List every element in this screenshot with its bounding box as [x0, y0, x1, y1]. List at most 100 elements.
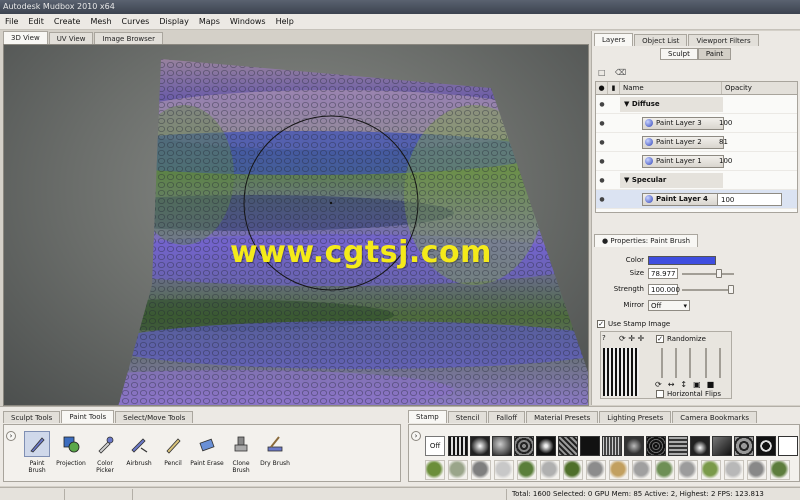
layer-row[interactable]: ● Paint Layer 3 100	[596, 114, 797, 133]
stamp-thumbnail[interactable]	[632, 460, 652, 480]
opacity-column-header[interactable]: Opacity	[722, 82, 797, 94]
eye-icon[interactable]: ●	[596, 177, 608, 184]
menu-mesh[interactable]: Mesh	[85, 14, 116, 30]
menu-edit[interactable]: Edit	[23, 14, 49, 30]
layer-name-chip[interactable]: Paint Layer 2	[642, 135, 724, 149]
tab-3d-view[interactable]: 3D View	[3, 31, 48, 44]
help-icon[interactable]: ?	[602, 334, 606, 342]
stamp-thumbnail[interactable]	[448, 436, 468, 456]
stamp-thumbnail[interactable]	[646, 436, 666, 456]
menu-create[interactable]: Create	[49, 14, 86, 30]
stamp-thumbnail[interactable]	[580, 436, 600, 456]
layer-opacity[interactable]: 100	[719, 157, 732, 165]
layer-row[interactable]: ● Paint Layer 2 81	[596, 133, 797, 152]
menu-windows[interactable]: Windows	[225, 14, 271, 30]
size-field[interactable]: 78.977	[648, 268, 678, 279]
stamp-thumbnail[interactable]	[770, 460, 790, 480]
tab-sculpt-tools[interactable]: Sculpt Tools	[3, 411, 61, 423]
eye-icon[interactable]: ●	[596, 120, 608, 127]
eye-icon[interactable]: ●	[596, 101, 608, 108]
layer-row[interactable]: ● Paint Layer 1 100	[596, 152, 797, 171]
use-stamp-checkbox[interactable]: ✓	[597, 320, 605, 328]
tab-uv-view[interactable]: UV View	[48, 32, 94, 44]
tab-properties-paint-brush[interactable]: ● Properties: Paint Brush	[594, 234, 699, 247]
layer-opacity[interactable]: 100	[719, 119, 732, 127]
tab-viewport-filters[interactable]: Viewport Filters	[688, 34, 759, 46]
randomize-slider-5[interactable]	[719, 348, 721, 378]
stamp-thumbnail[interactable]	[558, 436, 578, 456]
rotate-icon[interactable]: ⟳ ✛ ✛	[619, 334, 644, 343]
tray-options-icon[interactable]: ›	[411, 431, 421, 441]
menu-file[interactable]: File	[0, 14, 23, 30]
stamp-thumbnail[interactable]	[563, 460, 583, 480]
stamp-thumbnail[interactable]	[492, 436, 512, 456]
layer-row-selected[interactable]: ● Paint Layer 4 100	[596, 190, 797, 209]
stamp-thumbnail[interactable]	[734, 436, 754, 456]
tab-layers[interactable]: Layers	[594, 33, 634, 46]
paint-mode-button[interactable]: Paint	[697, 48, 732, 60]
eye-icon[interactable]: ●	[596, 158, 608, 165]
menu-curves[interactable]: Curves	[117, 14, 155, 30]
stamp-thumbnail[interactable]	[536, 436, 556, 456]
layer-opacity-field[interactable]: 100	[717, 193, 782, 206]
tab-stencil[interactable]: Stencil	[447, 411, 488, 423]
strength-field[interactable]: 100.000	[648, 284, 680, 295]
stamp-thumbnail[interactable]	[425, 460, 445, 480]
mirror-dropdown[interactable]: Off ▾	[648, 300, 690, 311]
menu-maps[interactable]: Maps	[194, 14, 225, 30]
menu-display[interactable]: Display	[154, 14, 194, 30]
stamp-thumbnail[interactable]	[494, 460, 514, 480]
randomize-checkbox[interactable]: ✓	[656, 335, 664, 343]
tab-camera-bookmarks[interactable]: Camera Bookmarks	[672, 411, 758, 423]
stamp-thumbnail[interactable]	[514, 436, 534, 456]
randomize-slider-1[interactable]	[661, 348, 663, 378]
tab-falloff[interactable]: Falloff	[488, 411, 526, 423]
3d-viewport[interactable]: www.cgtsj.com	[3, 44, 589, 406]
sculpt-mode-button[interactable]: Sculpt	[660, 48, 698, 60]
stamp-thumbnail[interactable]	[470, 436, 490, 456]
randomize-slider-2[interactable]	[675, 348, 677, 378]
stamp-thumbnail[interactable]	[690, 436, 710, 456]
paint-brush-tool[interactable]: Paint Brush	[20, 431, 54, 474]
stamp-thumbnail[interactable]	[668, 436, 688, 456]
tab-paint-tools[interactable]: Paint Tools	[61, 410, 115, 423]
stamp-thumbnail[interactable]	[586, 460, 606, 480]
stamp-transform-icons[interactable]: ⟳↔↕▣■	[655, 380, 720, 389]
menu-help[interactable]: Help	[271, 14, 299, 30]
stamp-thumbnail[interactable]	[701, 460, 721, 480]
horizontal-flips-checkbox[interactable]	[656, 390, 664, 398]
size-slider-track[interactable]	[682, 273, 734, 275]
layer-opacity[interactable]: 81	[719, 138, 728, 146]
tray-options-icon[interactable]: ›	[6, 431, 16, 441]
tab-material-presets[interactable]: Material Presets	[526, 411, 599, 423]
size-slider-handle[interactable]	[716, 269, 722, 278]
brush-color-swatch[interactable]	[648, 256, 716, 265]
stamp-thumbnail[interactable]	[756, 436, 776, 456]
stamp-thumbnail[interactable]	[540, 460, 560, 480]
dry-brush-tool[interactable]: Dry Brush	[258, 431, 292, 467]
stamp-preview[interactable]	[603, 348, 639, 396]
randomize-slider-3[interactable]	[689, 348, 691, 378]
projection-tool[interactable]: Projection	[54, 431, 88, 467]
layer-name-chip[interactable]: Paint Layer 1	[642, 154, 724, 168]
stamp-thumbnail[interactable]	[517, 460, 537, 480]
randomize-slider-4[interactable]	[705, 348, 707, 378]
eye-icon[interactable]: ●	[596, 139, 608, 146]
stamp-thumbnail[interactable]	[624, 436, 644, 456]
name-column-header[interactable]: Name	[620, 82, 722, 94]
eye-icon[interactable]: ●	[596, 196, 608, 203]
stamp-thumbnail[interactable]	[448, 460, 468, 480]
tab-object-list[interactable]: Object List	[634, 34, 688, 46]
paint-erase-tool[interactable]: Paint Erase	[190, 431, 224, 467]
stamp-thumbnail[interactable]	[609, 460, 629, 480]
color-picker-tool[interactable]: Color Picker	[88, 431, 122, 474]
stamp-thumbnail[interactable]	[712, 436, 732, 456]
new-layer-icon[interactable]: □	[598, 68, 607, 77]
tab-lighting-presets[interactable]: Lighting Presets	[599, 411, 672, 423]
tab-select-move-tools[interactable]: Select/Move Tools	[115, 411, 194, 423]
tab-image-browser[interactable]: Image Browser	[94, 32, 163, 44]
stamp-thumbnail[interactable]	[747, 460, 767, 480]
layer-group-row[interactable]: ● ▼ Diffuse	[596, 95, 797, 114]
layer-name-chip[interactable]: Paint Layer 4	[642, 192, 724, 206]
layer-group-row[interactable]: ● ▼ Specular	[596, 171, 797, 190]
